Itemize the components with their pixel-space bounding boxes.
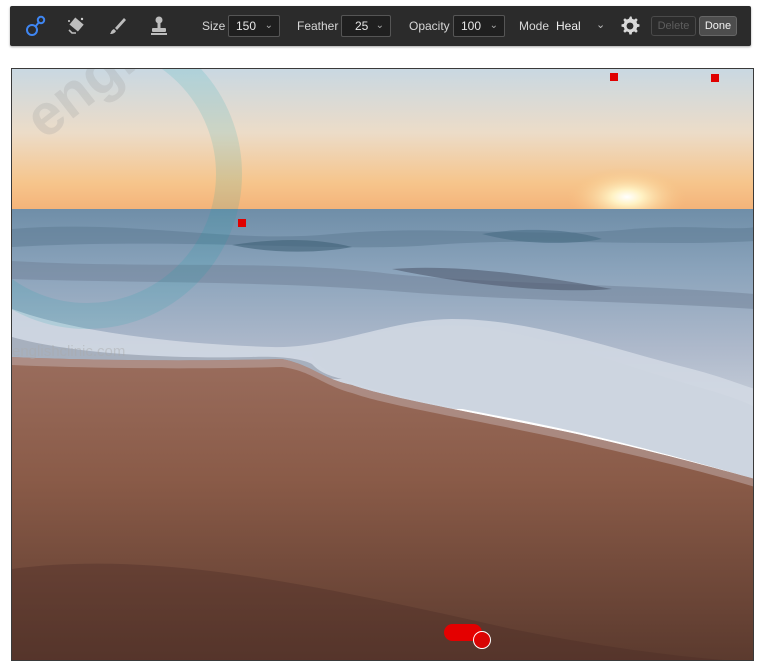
chevron-down-icon: ⌄ <box>375 20 384 31</box>
opacity-value: 100 <box>461 19 482 33</box>
heal-spot-marker[interactable] <box>711 74 719 82</box>
feather-dropdown[interactable]: 25 ⌄ <box>341 15 391 37</box>
spot-heal-tool-icon <box>26 15 46 36</box>
eraser-tool-button[interactable] <box>64 14 88 38</box>
settings-button[interactable] <box>618 14 642 38</box>
chevron-down-icon: ⌄ <box>264 20 273 31</box>
retouch-toolbar: Size 150 ⌄ Feather 25 ⌄ Opacity 100 ⌄ Mo… <box>10 6 751 46</box>
mode-label: Mode <box>519 19 550 33</box>
opacity-label: Opacity <box>409 19 450 33</box>
heal-spot-marker[interactable] <box>238 219 246 227</box>
chevron-down-icon[interactable]: ⌄ <box>596 18 605 32</box>
photo-canvas[interactable]: englishclinic englishclinic.com <box>11 68 754 661</box>
brush-cursor <box>473 631 491 649</box>
mode-dropdown[interactable]: Heal <box>556 19 581 33</box>
brush-tool-icon <box>110 18 126 34</box>
delete-button[interactable]: Delete <box>651 16 696 36</box>
spot-heal-tool-button[interactable] <box>24 14 48 38</box>
heal-spot-marker[interactable] <box>610 73 618 81</box>
gear-icon <box>621 16 640 35</box>
clone-stamp-tool-icon <box>151 16 167 35</box>
brush-tool-button[interactable] <box>106 14 130 38</box>
eraser-tool-icon <box>68 17 84 34</box>
opacity-dropdown[interactable]: 100 ⌄ <box>453 15 505 37</box>
feather-value: 25 <box>355 19 369 33</box>
clone-stamp-tool-button[interactable] <box>147 14 171 38</box>
size-label: Size <box>202 19 226 33</box>
size-dropdown[interactable]: 150 ⌄ <box>228 15 280 37</box>
beach-sunset-photo <box>12 69 753 660</box>
chevron-down-icon: ⌄ <box>489 20 498 31</box>
feather-label: Feather <box>297 19 339 33</box>
size-value: 150 <box>236 19 257 33</box>
done-button[interactable]: Done <box>699 16 737 36</box>
